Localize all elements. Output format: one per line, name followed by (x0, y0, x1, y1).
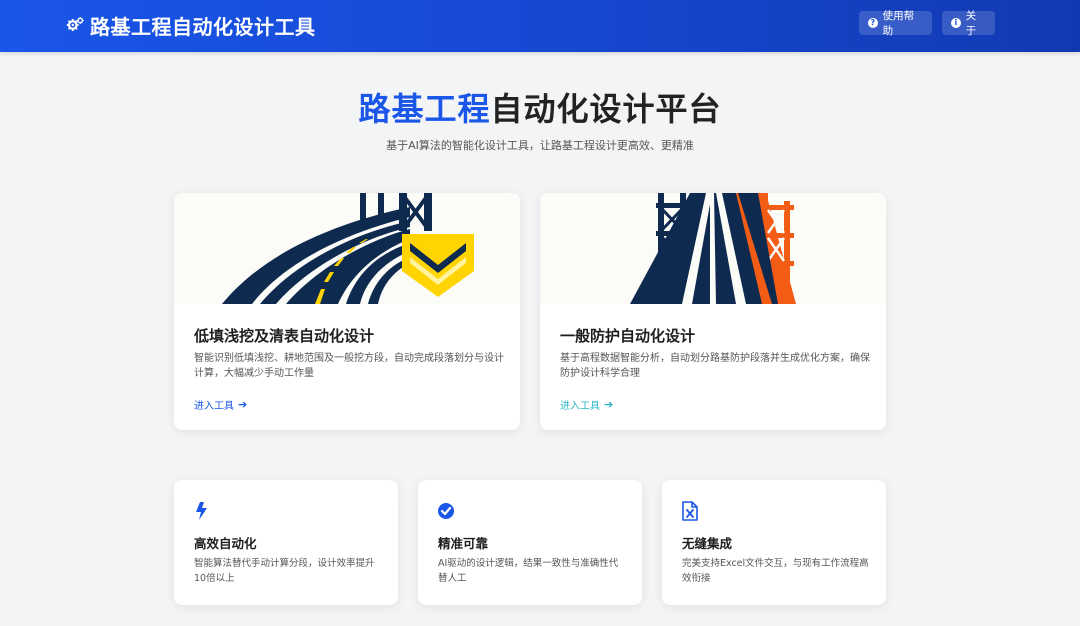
feature-description: AI驱动的设计逻辑，结果一致性与准确性代替人工 (438, 558, 619, 584)
enter-tool-label: 进入工具 (194, 401, 234, 412)
check-circle-icon (438, 503, 454, 519)
feature-card-efficiency: 高效自动化 智能算法替代手动计算分段，设计效率提升10倍以上 (174, 480, 398, 605)
about-button-label: 关于 (965, 10, 977, 37)
about-button[interactable]: i 关于 (942, 10, 995, 37)
page-title-accent: 路基工程 (358, 90, 491, 128)
question-circle-icon: ? (868, 18, 878, 28)
feature-title: 无缝集成 (682, 536, 733, 551)
help-button[interactable]: ? 使用帮助 (859, 10, 932, 37)
feature-description: 完美支持Excel文件交互，与现有工作流程高效衔接 (682, 558, 869, 584)
feature-title: 精准可靠 (438, 536, 489, 551)
highway-icon (174, 193, 520, 304)
info-circle-icon: i (951, 18, 961, 28)
gears-icon (66, 17, 84, 31)
slope-protection-icon (540, 193, 886, 304)
arrow-right-icon: ➔ (238, 398, 248, 411)
top-navbar: 路基工程自动化设计工具 ? 使用帮助 i 关于 (0, 0, 1080, 52)
page-title: 路基工程自动化设计平台 (0, 84, 1080, 130)
feature-title: 高效自动化 (194, 536, 257, 551)
help-button-label: 使用帮助 (882, 10, 915, 37)
enter-tool-link[interactable]: 进入工具 ➔ (194, 397, 247, 412)
tool-card-low-fill[interactable]: 低填浅挖及清表自动化设计 智能识别低填浅挖、耕地范围及一般挖方段，自动完成段落划… (174, 193, 520, 430)
tool-title: 一般防护自动化设计 (560, 327, 696, 345)
tool-card-protection[interactable]: 一般防护自动化设计 基于高程数据智能分析，自动划分路基防护段落并生成优化方案，确… (540, 193, 886, 430)
feature-description: 智能算法替代手动计算分段，设计效率提升10倍以上 (194, 558, 375, 584)
road-illustration (174, 193, 520, 304)
page-title-rest: 自动化设计平台 (490, 90, 722, 128)
page-subtitle: 基于AI算法的智能化设计工具，让路基工程设计更高效、更精准 (386, 139, 694, 152)
excel-file-icon (682, 501, 698, 521)
protection-illustration (540, 193, 886, 304)
arrow-right-icon: ➔ (604, 398, 614, 411)
tool-description: 智能识别低填浅挖、耕地范围及一般挖方段，自动完成段落划分与设计计算，大幅减少手动… (194, 353, 504, 379)
enter-tool-link[interactable]: 进入工具 ➔ (560, 397, 613, 412)
brand[interactable]: 路基工程自动化设计工具 (66, 10, 316, 40)
feature-card-accuracy: 精准可靠 AI驱动的设计逻辑，结果一致性与准确性代替人工 (418, 480, 642, 605)
tool-title: 低填浅挖及清表自动化设计 (194, 327, 375, 345)
enter-tool-label: 进入工具 (560, 401, 600, 412)
tool-description: 基于高程数据智能分析，自动划分路基防护段落并生成优化方案，确保防护设计科学合理 (560, 353, 870, 379)
app-title: 路基工程自动化设计工具 (90, 14, 316, 39)
bolt-icon (196, 502, 207, 520)
feature-card-integration: 无缝集成 完美支持Excel文件交互，与现有工作流程高效衔接 (662, 480, 886, 605)
